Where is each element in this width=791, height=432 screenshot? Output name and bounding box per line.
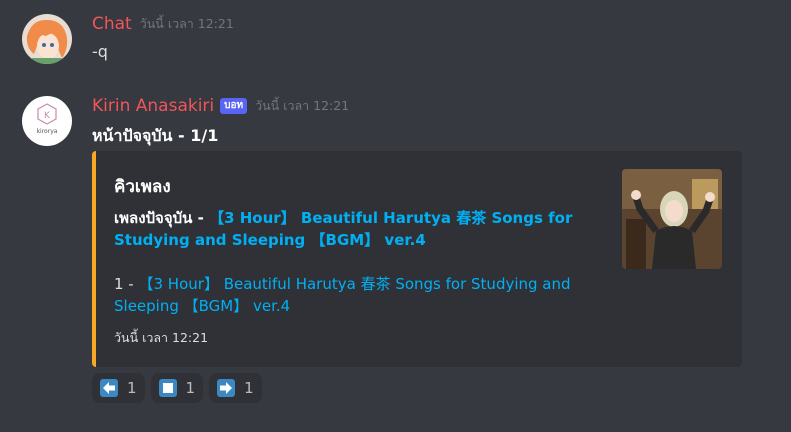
reaction-next[interactable]: 1 <box>209 373 262 403</box>
username[interactable]: Kirin Anasakiri <box>92 96 214 116</box>
reaction-count: 1 <box>244 379 254 397</box>
reaction-stop[interactable]: 1 <box>150 373 204 403</box>
reaction-count: 1 <box>185 379 196 397</box>
logo-text: kirorya <box>37 128 58 135</box>
reaction-count: 1 <box>127 379 137 397</box>
queue-index: 1 - <box>114 275 139 293</box>
queue-item: 1 - 【3 Hour】 Beautiful Harutya 春茶 Songs … <box>114 273 584 317</box>
arrow-left-icon <box>100 379 118 397</box>
queue-link[interactable]: 【3 Hour】 Beautiful Harutya 春茶 Songs for … <box>114 275 571 315</box>
reaction-bar: 1 1 1 <box>92 373 262 403</box>
message-content: หน้าปัจจุบัน - 1/1 <box>92 126 219 145</box>
message-bot: K kirorya Kirin Anasakiri บอท วันนี้ เวล… <box>0 0 791 432</box>
bot-avatar[interactable]: K kirorya <box>22 96 72 146</box>
now-playing: เพลงปัจจุบัน - 【3 Hour】 Beautiful Haruty… <box>114 207 584 251</box>
arrow-right-icon <box>217 379 236 397</box>
embed-thumbnail[interactable] <box>622 169 722 269</box>
character-thumbnail-icon <box>622 169 722 269</box>
logo-letter: K <box>44 111 51 121</box>
now-playing-label: เพลงปัจจุบัน - <box>114 209 210 227</box>
kirorya-logo-icon: K kirorya <box>37 103 58 135</box>
stop-square-icon <box>158 379 177 397</box>
reaction-previous[interactable]: 1 <box>92 373 145 403</box>
embed: คิวเพลง เพลงปัจจุบัน - 【3 Hour】 Beautifu… <box>92 151 742 367</box>
timestamp: วันนี้ เวลา 12:21 <box>255 98 350 113</box>
embed-footer: วันนี้ เวลา 12:21 <box>114 330 209 345</box>
embed-title: คิวเพลง <box>114 177 171 197</box>
bot-tag: บอท <box>220 98 248 114</box>
